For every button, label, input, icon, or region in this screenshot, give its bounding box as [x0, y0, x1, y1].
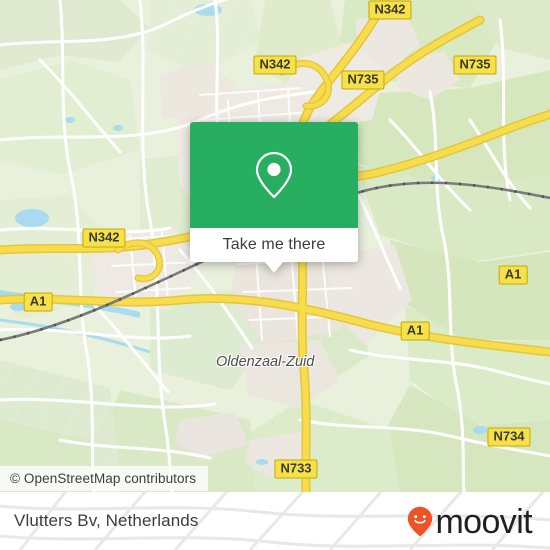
popup-tail: [265, 262, 283, 273]
popup-pin-area: [190, 122, 358, 228]
moovit-wordmark: moovit: [435, 503, 532, 541]
moovit-logo[interactable]: moovit: [407, 503, 533, 541]
osm-attribution[interactable]: © OpenStreetMap contributors: [0, 466, 209, 491]
osm-attribution-text: © OpenStreetMap contributors: [10, 471, 197, 486]
place-label-oldenzaal-zuid: Oldenzaal-Zuid: [216, 354, 315, 370]
take-me-there-popup[interactable]: Take me there: [190, 122, 358, 273]
popup-action-bar[interactable]: Take me there: [190, 228, 358, 262]
map-pin-icon: [255, 151, 293, 199]
location-title: Vlutters Bv, Netherlands: [14, 511, 199, 530]
map-screenshot: N342 N342 N735 N735 N342 A1 A1 A1 N734 N733 Olden…: [0, 0, 550, 550]
take-me-there-label: Take me there: [222, 236, 326, 253]
moovit-pin-icon: [408, 506, 433, 536]
footer-bar: Vlutters Bv, Netherlands moovit: [0, 492, 550, 550]
